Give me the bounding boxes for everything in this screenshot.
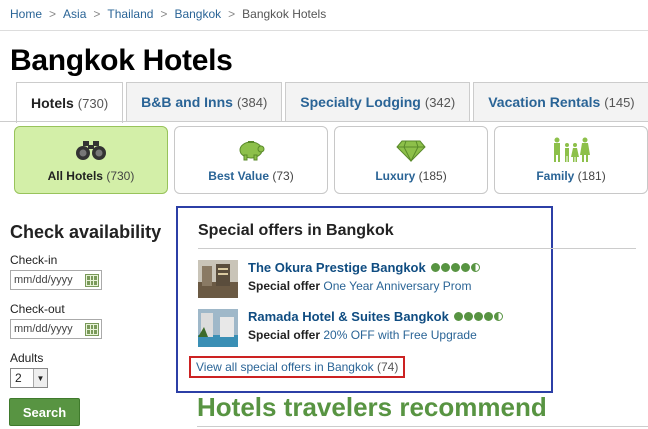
- hotel-thumbnail[interactable]: [198, 260, 238, 298]
- hotel-name-link[interactable]: The Okura Prestige Bangkok: [248, 260, 480, 275]
- category-family[interactable]: Family (181): [494, 126, 648, 194]
- search-button[interactable]: Search: [9, 398, 80, 426]
- breadcrumb-separator: >: [49, 7, 57, 21]
- binoculars-icon: [74, 137, 108, 163]
- offer-line: Special offer 20% OFF with Free Upgrade: [248, 328, 477, 342]
- hotel-thumbnail[interactable]: [198, 309, 238, 347]
- page-title: Bangkok Hotels: [10, 44, 233, 77]
- special-offers-title: Special offers in Bangkok: [198, 222, 394, 239]
- category-label: Luxury (185): [375, 169, 447, 183]
- adults-value: 2: [15, 371, 22, 385]
- checkin-placeholder: mm/dd/yyyy: [14, 274, 73, 286]
- offer-line: Special offer One Year Anniversary Prom: [248, 279, 472, 293]
- tab-count: (730): [77, 95, 109, 111]
- chevron-down-icon[interactable]: ▼: [33, 369, 47, 387]
- check-availability-panel: Check availability Check-in mm/dd/yyyy C…: [10, 222, 170, 388]
- diamond-icon: [396, 137, 426, 163]
- breadcrumb-bangkok[interactable]: Bangkok: [174, 7, 221, 21]
- category-label: Family (181): [536, 169, 606, 183]
- tab-vacation-rentals[interactable]: Vacation Rentals (145): [473, 82, 648, 121]
- tab-count: (145): [604, 94, 635, 110]
- rating-bubbles-icon: [453, 312, 503, 321]
- breadcrumb-separator: >: [160, 7, 168, 21]
- tab-label: Vacation Rentals: [488, 94, 601, 110]
- top-divider: [0, 30, 648, 31]
- breadcrumb-thailand[interactable]: Thailand: [107, 7, 153, 21]
- calendar-icon[interactable]: [85, 273, 99, 287]
- category-luxury[interactable]: Luxury (185): [334, 126, 488, 194]
- category-label: Best Value (73): [208, 169, 294, 183]
- adults-label: Adults: [10, 351, 44, 365]
- breadcrumb-home[interactable]: Home: [10, 7, 42, 21]
- calendar-icon[interactable]: [85, 322, 99, 336]
- special-offers-panel: Special offers in Bangkok The Okura Pres…: [176, 206, 636, 393]
- checkout-placeholder: mm/dd/yyyy: [14, 323, 73, 335]
- recommend-heading: Hotels travelers recommend: [197, 392, 547, 422]
- checkin-label: Check-in: [10, 253, 58, 267]
- adults-select[interactable]: 2 ▼: [10, 368, 48, 388]
- offers-divider: [198, 248, 636, 249]
- tab-label: B&B and Inns: [141, 94, 233, 110]
- category-best-value[interactable]: Best Value (73): [174, 126, 328, 194]
- piggy-bank-icon: [236, 137, 266, 163]
- tabs-divider: [0, 121, 648, 122]
- tab-hotels[interactable]: Hotels (730): [16, 82, 124, 123]
- checkin-field[interactable]: mm/dd/yyyy: [10, 270, 102, 290]
- tab-specialty-lodging[interactable]: Specialty Lodging (342): [285, 82, 471, 121]
- tab-bnb-inns[interactable]: B&B and Inns (384): [126, 82, 283, 121]
- recommend-divider: [197, 426, 648, 427]
- hotel-name-link[interactable]: Ramada Hotel & Suites Bangkok: [248, 309, 503, 324]
- breadcrumb-separator: >: [93, 7, 101, 21]
- breadcrumb: Home > Asia > Thailand > Bangkok > Bangk…: [10, 7, 326, 21]
- tab-count: (384): [236, 94, 268, 110]
- category-label: All Hotels (730): [47, 169, 135, 183]
- lodging-tabs: Hotels (730) B&B and Inns (384) Specialt…: [16, 82, 648, 123]
- breadcrumb-current: Bangkok Hotels: [242, 7, 327, 21]
- checkout-field[interactable]: mm/dd/yyyy: [10, 319, 102, 339]
- view-all-offers-link[interactable]: View all special offers in Bangkok (74): [189, 356, 406, 378]
- checkout-label: Check-out: [10, 302, 65, 316]
- hotel-categories: All Hotels (730) Best Value (73) Luxury …: [14, 126, 648, 194]
- breadcrumb-asia[interactable]: Asia: [63, 7, 86, 21]
- category-all-hotels[interactable]: All Hotels (730): [14, 126, 168, 194]
- tab-count: (342): [424, 94, 456, 110]
- tab-label: Specialty Lodging: [300, 94, 421, 110]
- offer-item: The Okura Prestige Bangkok Special offer…: [198, 260, 480, 298]
- rating-bubbles-icon: [430, 263, 480, 272]
- tab-label: Hotels: [31, 95, 74, 111]
- family-icon: [551, 137, 591, 163]
- offer-item: Ramada Hotel & Suites Bangkok Special of…: [198, 309, 503, 347]
- breadcrumb-separator: >: [228, 7, 236, 21]
- check-availability-title: Check availability: [10, 222, 162, 242]
